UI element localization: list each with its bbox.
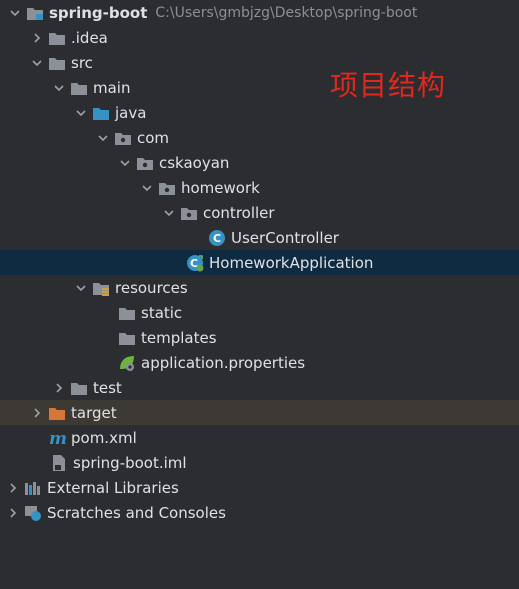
package-icon (158, 179, 176, 197)
tree-node-root[interactable]: spring-boot C:\Users\gmbjzg\Desktop\spri… (0, 0, 519, 25)
svg-text:m: m (49, 429, 66, 447)
tree-node-pom[interactable]: m pom.xml (0, 425, 519, 450)
chevron-down-icon[interactable] (140, 181, 154, 195)
tree-node-static[interactable]: static (0, 300, 519, 325)
chevron-right-icon[interactable] (30, 406, 44, 420)
package-icon (136, 154, 154, 172)
chevron-down-icon[interactable] (74, 281, 88, 295)
tree-node-label: main (93, 78, 131, 97)
resource-folder-icon (92, 279, 110, 297)
source-folder-icon (92, 104, 110, 122)
tree-node-label: UserController (231, 228, 339, 247)
spring-properties-icon (118, 354, 136, 372)
package-icon (180, 204, 198, 222)
tree-node-application-properties[interactable]: application.properties (0, 350, 519, 375)
tree-node-idea[interactable]: .idea (0, 25, 519, 50)
chevron-right-icon[interactable] (30, 31, 44, 45)
tree-node-label: cskaoyan (159, 153, 230, 172)
tree-node-label: com (137, 128, 170, 147)
scratches-icon (24, 504, 42, 522)
tree-node-com[interactable]: com (0, 125, 519, 150)
chevron-down-icon[interactable] (8, 6, 22, 20)
tree-node-homework[interactable]: homework (0, 175, 519, 200)
package-icon (114, 129, 132, 147)
chevron-down-icon[interactable] (118, 156, 132, 170)
tree-node-homework-application[interactable]: C HomeworkApplication (0, 250, 519, 275)
tree-node-scratches[interactable]: Scratches and Consoles (0, 500, 519, 525)
folder-icon (70, 79, 88, 97)
tree-node-controller[interactable]: controller (0, 200, 519, 225)
tree-node-label: test (93, 378, 122, 397)
tree-node-label: .idea (71, 28, 108, 47)
tree-node-target[interactable]: target (0, 400, 519, 425)
tree-node-label: spring-boot.iml (73, 453, 187, 472)
tree-node-label: target (71, 403, 117, 422)
annotation-text: 项目结构 (330, 69, 447, 102)
chevron-right-icon[interactable] (52, 381, 66, 395)
folder-icon (118, 304, 136, 322)
tree-node-user-controller[interactable]: C UserController (0, 225, 519, 250)
tree-node-label: HomeworkApplication (209, 253, 374, 272)
svg-text:C: C (213, 232, 221, 245)
module-folder-icon (26, 4, 44, 22)
class-icon: C (208, 229, 226, 247)
spring-boot-class-icon: C (186, 254, 204, 272)
tree-node-label: static (141, 303, 183, 322)
chevron-down-icon[interactable] (30, 56, 44, 70)
tree-node-test[interactable]: test (0, 375, 519, 400)
tree-node-label: Scratches and Consoles (47, 503, 226, 522)
chevron-down-icon[interactable] (74, 106, 88, 120)
tree-node-label: java (115, 103, 147, 122)
tree-node-label: application.properties (141, 353, 306, 372)
tree-node-label: templates (141, 328, 217, 347)
tree-node-label: resources (115, 278, 188, 297)
root-label: spring-boot (49, 3, 148, 22)
tree-node-iml[interactable]: spring-boot.iml (0, 450, 519, 475)
tree-node-external-libraries[interactable]: External Libraries (0, 475, 519, 500)
root-path: C:\Users\gmbjzg\Desktop\spring-boot (155, 4, 418, 21)
folder-icon (48, 54, 66, 72)
maven-icon: m (48, 429, 66, 447)
chevron-right-icon[interactable] (6, 481, 20, 495)
tree-node-label: External Libraries (47, 478, 179, 497)
file-icon (50, 454, 68, 472)
chevron-right-icon[interactable] (6, 506, 20, 520)
chevron-down-icon[interactable] (52, 81, 66, 95)
chevron-down-icon[interactable] (162, 206, 176, 220)
tree-node-resources[interactable]: resources (0, 275, 519, 300)
folder-icon (48, 29, 66, 47)
tree-node-cskaoyan[interactable]: cskaoyan (0, 150, 519, 175)
tree-node-label: pom.xml (71, 428, 137, 447)
tree-node-label: controller (203, 203, 275, 222)
library-icon (24, 479, 42, 497)
tree-node-templates[interactable]: templates (0, 325, 519, 350)
tree-node-label: homework (181, 178, 260, 197)
tree-node-label: src (71, 53, 93, 72)
folder-icon (70, 379, 88, 397)
chevron-down-icon[interactable] (96, 131, 110, 145)
excluded-folder-icon (48, 404, 66, 422)
folder-icon (118, 329, 136, 347)
